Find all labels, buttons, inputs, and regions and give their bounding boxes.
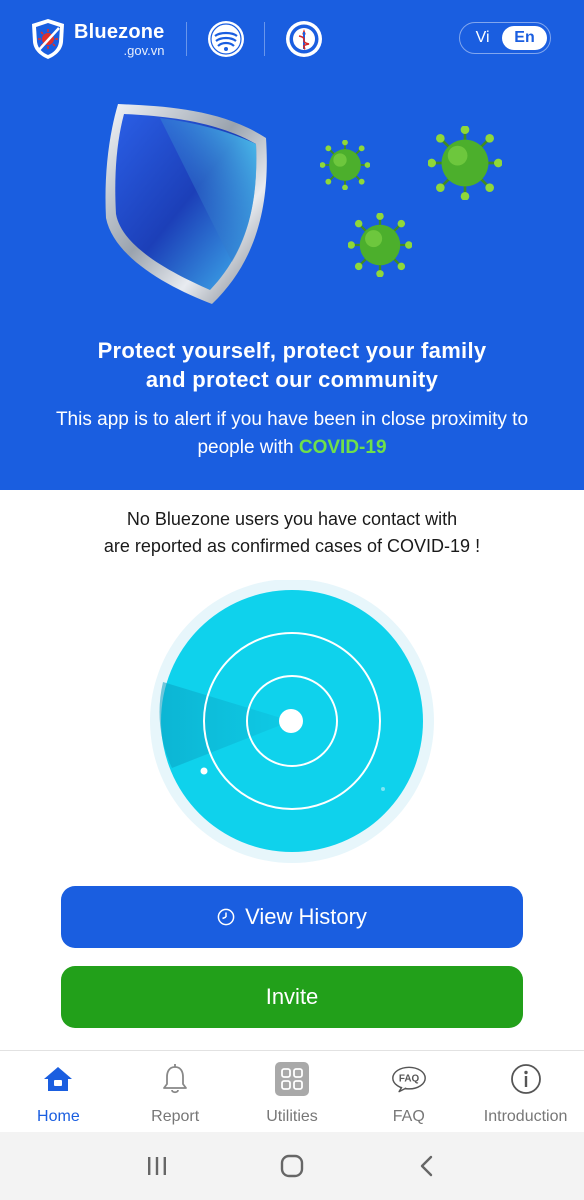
nav-label-utilities: Utilities (266, 1108, 318, 1125)
back-icon (420, 1155, 432, 1177)
system-navigation-bar (0, 1132, 584, 1200)
bell-icon (163, 1064, 188, 1094)
home-icon (44, 1067, 73, 1091)
recent-apps-button[interactable] (142, 1151, 172, 1181)
nav-label-report: Report (151, 1108, 200, 1125)
header-divider (186, 22, 187, 56)
invite-button[interactable]: Invite (61, 966, 523, 1028)
view-history-label: View History (245, 904, 367, 929)
invite-label: Invite (265, 984, 319, 1009)
ministry-ict-emblem-icon (208, 21, 244, 57)
nav-item-introduction[interactable]: Introduction (467, 1051, 584, 1132)
language-toggle[interactable]: Vi En (459, 22, 551, 54)
header-divider (264, 22, 265, 56)
recent-apps-icon (148, 1157, 167, 1175)
status-line: No Bluezone users you have contact with (126, 509, 458, 529)
hero-subtitle-line: This app is to alert if you have been in… (55, 409, 529, 430)
clock-icon (217, 908, 235, 926)
hero-subtitle: This app is to alert if you have been in… (20, 406, 564, 462)
nav-item-report[interactable]: Report (117, 1051, 234, 1132)
bluezone-shield-icon (32, 19, 64, 59)
system-home-button[interactable] (277, 1151, 307, 1181)
radar-scanner (150, 580, 434, 863)
system-back-button[interactable] (412, 1151, 442, 1181)
language-option-vi[interactable]: Vi (463, 29, 502, 47)
language-option-en[interactable]: En (502, 26, 547, 50)
virus-icon (428, 126, 502, 200)
nav-label-introduction: Introduction (483, 1108, 568, 1125)
virus-icon (348, 213, 412, 277)
faq-icon: FAQ (391, 1066, 426, 1093)
ministry-health-emblem-icon (286, 21, 322, 57)
info-icon (510, 1064, 541, 1094)
hero-title-line: Protect yourself, protect your family (97, 338, 487, 363)
nav-item-home[interactable]: Home (0, 1051, 117, 1132)
status-line: are reported as confirmed cases of COVID… (103, 536, 481, 556)
nav-label-home: Home (37, 1108, 80, 1125)
hero-title: Protect yourself, protect your family an… (0, 336, 584, 394)
home-circle-icon (280, 1154, 304, 1178)
brand-name: Bluezone (74, 20, 165, 43)
virus-icon (320, 140, 370, 190)
nav-item-utilities[interactable]: Utilities (234, 1051, 351, 1132)
contact-status-message: No Bluezone users you have contact with … (40, 506, 544, 560)
protection-shield-icon (105, 104, 267, 304)
brand-domain: .gov.vn (123, 42, 165, 58)
svg-text:FAQ: FAQ (399, 1074, 420, 1085)
hero-title-line: and protect our community (145, 367, 439, 392)
hero-banner: Bluezone .gov.vn Vi En Protect yourself,… (0, 0, 584, 490)
nav-label-faq: FAQ (392, 1108, 425, 1125)
nav-item-faq[interactable]: FAQ FAQ (350, 1051, 467, 1132)
view-history-button[interactable]: View History (61, 886, 523, 948)
hero-subtitle-prefix: people with (197, 437, 299, 458)
app-screen: Bluezone .gov.vn Vi En Protect yourself,… (0, 0, 584, 1200)
covid-highlight: COVID-19 (298, 437, 387, 458)
hero-subtitle-line: people with COVID-19 (20, 434, 564, 462)
bluezone-logo: Bluezone .gov.vn (30, 18, 165, 60)
grid-icon (274, 1062, 309, 1096)
bottom-navigation: Home Report Utilities FAQ FAQ Introducti… (0, 1050, 584, 1132)
